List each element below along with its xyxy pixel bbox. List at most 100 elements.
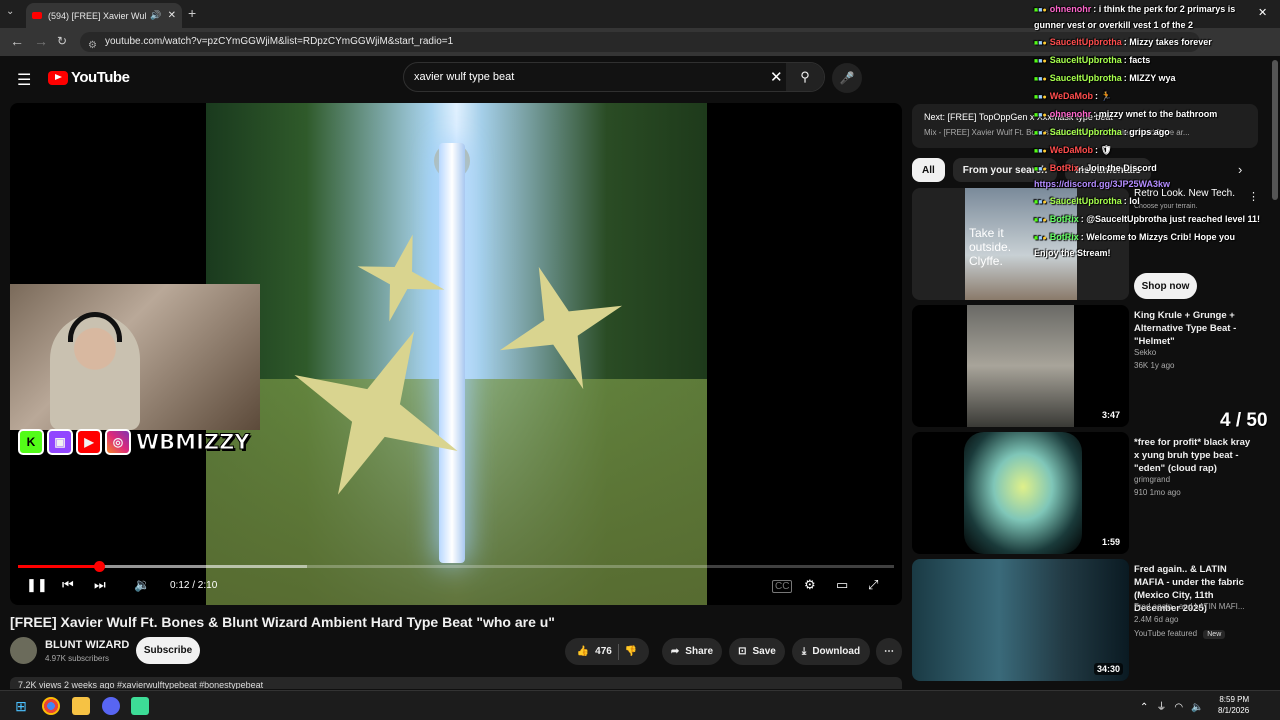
youtube-logo[interactable]: YouTube	[48, 69, 130, 86]
progress-played	[18, 565, 99, 568]
recommendation-title[interactable]: *free for profit* black kray x yung bruh…	[1134, 436, 1258, 475]
chrome-icon[interactable]	[42, 697, 60, 715]
search-button[interactable]: ⚲	[786, 63, 824, 91]
chat-text: Mizzy takes forever	[1129, 37, 1212, 47]
menu-icon[interactable]: ☰	[17, 70, 31, 90]
chat-username[interactable]: SauceItUpbrotha	[1050, 37, 1122, 47]
subscriber-count: 4.97K subscribers	[45, 654, 110, 663]
featured-label: YouTube featured New	[1134, 629, 1226, 639]
chat-username[interactable]: SauceItUpbrotha	[1050, 55, 1122, 65]
app-icon[interactable]	[131, 697, 149, 715]
browser-tab[interactable]: (594) [FREE] Xavier Wulf Ft. Bo 🔊 ✕	[26, 3, 182, 28]
recommendation-thumbnail[interactable]: 1:59	[912, 432, 1129, 554]
page-scrollbar[interactable]	[1272, 60, 1278, 200]
tab-close-icon[interactable]: ✕	[168, 10, 176, 21]
chat-username[interactable]: ohnenohr	[1050, 4, 1092, 14]
new-tab-button[interactable]: +	[188, 5, 196, 21]
recommendation-channel[interactable]: Sekko	[1134, 348, 1156, 357]
chat-link[interactable]: https://discord.gg/3JP25WA3kw	[1034, 179, 1170, 189]
windows-start-icon[interactable]: ⊞	[12, 697, 30, 715]
twitch-icon: ▣	[47, 429, 73, 455]
pause-icon[interactable]: ❚❚	[26, 577, 48, 593]
share-button[interactable]: ➦ Share	[662, 638, 722, 665]
next-icon[interactable]: ⏭	[94, 577, 106, 593]
chat-message: ■■● BotRix: @SauceItUpbrotha just reached…	[1034, 212, 1262, 228]
back-arrow-icon[interactable]: ←	[10, 33, 24, 49]
recommendation-item[interactable]: 1:59 *free for profit* black kray x yung…	[912, 432, 1258, 556]
shop-now-button[interactable]: Shop now	[1134, 273, 1197, 299]
chat-text: 🛡	[1100, 145, 1112, 155]
chat-username[interactable]: ohnenohr	[1050, 109, 1092, 119]
recommendation-item[interactable]: 34:30 Fred again.. & LATIN MAFIA - under…	[912, 559, 1258, 683]
fullscreen-icon[interactable]: ⤢	[868, 577, 878, 593]
progress-scrubber[interactable]	[93, 561, 105, 572]
subscribe-button[interactable]: Subscribe	[136, 637, 200, 664]
recommendation-channel[interactable]: grimgrand	[1134, 475, 1170, 484]
tab-list-chevron-icon[interactable]: ⌄	[6, 6, 14, 17]
description-box[interactable]: 7.2K views 2 weeks ago #xavierwulftypebe…	[10, 677, 902, 689]
chat-message: ■■● BotRix: Join the Discord https://disc…	[1034, 161, 1262, 192]
bookmark-icon: ⊡	[738, 646, 747, 657]
chat-message: ■■● ohnenohr: mizzy wnet to the bathroom	[1034, 107, 1262, 123]
thumbnail-image	[967, 305, 1074, 427]
chat-username[interactable]: BotRix	[1050, 232, 1079, 242]
discord-icon[interactable]	[102, 697, 120, 715]
chat-username[interactable]: WeDaMob	[1050, 145, 1093, 155]
url-field[interactable]: ⚙ youtube.com/watch?v=pzCYmGGWjiM&list=R…	[80, 32, 1200, 52]
youtube-play-icon	[48, 70, 68, 85]
clock-time: 8:59 PM	[1219, 695, 1250, 704]
search-input[interactable]: xavier wulf type beat	[414, 71, 514, 83]
site-info-icon[interactable]: ⚙	[88, 36, 97, 56]
ad-image-text: Take it outside. Clyffe.	[969, 226, 1012, 268]
playlist-counter: 4 / 50	[1220, 410, 1268, 431]
previous-icon[interactable]: ⏮	[62, 577, 74, 593]
channel-avatar[interactable]	[10, 637, 37, 664]
file-explorer-icon[interactable]	[72, 697, 90, 715]
chat-username[interactable]: BotRix	[1050, 163, 1079, 173]
chat-username[interactable]: SauceItUpbrotha	[1050, 73, 1122, 83]
chat-username[interactable]: BotRix	[1050, 214, 1079, 224]
recommendation-thumbnail[interactable]: 34:30	[912, 559, 1129, 681]
forward-arrow-icon[interactable]: →	[34, 33, 48, 49]
chat-text: grips ago	[1129, 127, 1170, 137]
video-player[interactable]: K ▣ ▶ ◎ WBMIZZY ➤ ❚❚ ⏮ ⏭ 🔉 0:12 / 2:10 C…	[10, 103, 902, 605]
taskbar-clock[interactable]: 8:59 PM 8/1/2026	[1218, 694, 1249, 716]
close-icon[interactable]: ✕	[1258, 6, 1267, 19]
chat-badges-icon: ■■●	[1034, 148, 1047, 155]
chat-text: MIZZY wya	[1129, 73, 1176, 83]
volume-icon[interactable]: 🔉	[134, 577, 150, 593]
chat-message: ■■● ohnenohr: i think the perk for 2 prim…	[1034, 2, 1262, 33]
share-label: Share	[685, 646, 714, 657]
recommendation-channel[interactable]: Fred again.. and LATIN MAFI...	[1134, 602, 1245, 611]
recommendation-title[interactable]: King Krule + Grunge + Alternative Type B…	[1134, 309, 1258, 348]
save-button[interactable]: ⊡ Save	[729, 638, 785, 665]
chat-username[interactable]: WeDaMob	[1050, 91, 1093, 101]
time-display: 0:12 / 2:10	[170, 580, 218, 591]
voice-search-button[interactable]: 🎤	[832, 63, 862, 93]
more-dots-icon: ⋯	[884, 646, 894, 657]
captions-icon[interactable]: CC	[772, 580, 793, 593]
tab-title: (594) [FREE] Xavier Wulf Ft. Bo	[48, 10, 147, 21]
more-actions-button[interactable]: ⋯	[876, 638, 902, 665]
chat-username[interactable]: SauceItUpbrotha	[1050, 196, 1122, 206]
chip-all[interactable]: All	[912, 158, 945, 182]
miniplayer-icon[interactable]: ▭	[836, 577, 848, 593]
clock-date: 8/1/2026	[1218, 706, 1250, 715]
sword-blade	[439, 143, 465, 563]
clear-search-icon[interactable]: ✕	[770, 68, 783, 86]
tab-audio-icon[interactable]: 🔊	[150, 10, 161, 21]
recommendation-item[interactable]: 3:47 King Krule + Grunge + Alternative T…	[912, 305, 1258, 429]
reload-icon[interactable]: ↻	[57, 34, 67, 48]
featured-text: YouTube featured	[1134, 629, 1198, 638]
channel-name[interactable]: BLUNT WIZARD	[45, 639, 129, 651]
thumbs-down-icon[interactable]: 👎	[625, 646, 637, 657]
system-tray-icons[interactable]: ⌃⏚◠🔈	[1140, 698, 1212, 713]
youtube-favicon-icon	[32, 12, 42, 19]
settings-gear-icon[interactable]: ⚙	[804, 577, 816, 593]
download-button[interactable]: ⤓ Download	[792, 638, 870, 665]
chat-username[interactable]: SauceItUpbrotha	[1050, 127, 1122, 137]
search-box[interactable]: xavier wulf type beat ✕ ⚲	[403, 62, 825, 92]
like-button[interactable]: 👍 476	[577, 646, 612, 657]
chat-message: ■■● WeDaMob: 🛡	[1034, 143, 1262, 159]
recommendation-thumbnail[interactable]: 3:47	[912, 305, 1129, 427]
